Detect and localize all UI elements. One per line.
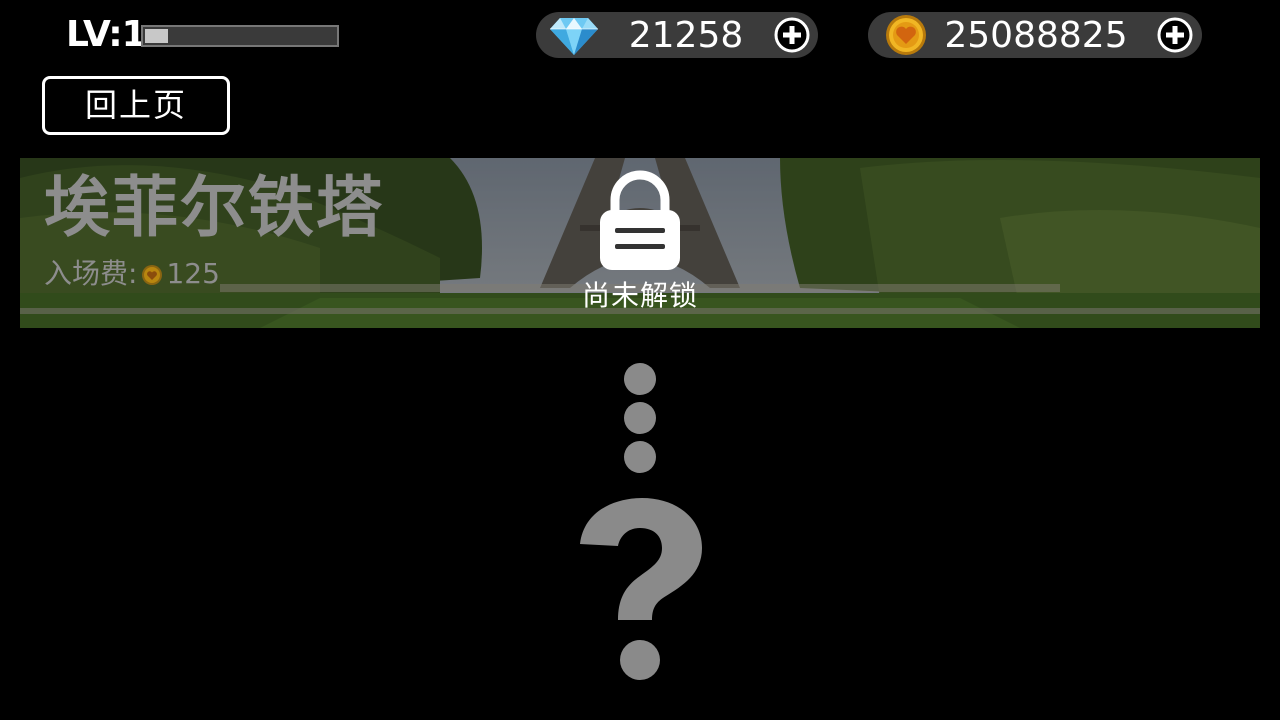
entry-fee: 入场费: 125 xyxy=(44,254,220,294)
vertical-ellipsis-icon xyxy=(624,363,656,473)
xp-progress-fill xyxy=(145,29,169,43)
gem-counter: 21258 xyxy=(536,12,818,58)
heart-coin-icon xyxy=(886,15,926,55)
gem-count: 21258 xyxy=(628,15,744,56)
coin-counter: 25088825 xyxy=(868,12,1202,58)
entry-fee-value: 125 xyxy=(166,257,220,290)
ellipsis-dot xyxy=(624,363,656,395)
stage-name: 埃菲尔铁塔 xyxy=(44,169,384,246)
back-button[interactable]: 回上页 xyxy=(42,76,230,135)
xp-progress-bar xyxy=(141,25,339,47)
padlock-icon xyxy=(600,170,680,270)
add-coins-button[interactable] xyxy=(1157,17,1193,53)
heart-coin-icon xyxy=(142,265,163,285)
ellipsis-dot xyxy=(624,441,656,473)
diamond-icon xyxy=(550,18,598,55)
add-gems-button[interactable] xyxy=(774,17,810,53)
level-label: LV:1 xyxy=(66,14,147,55)
locked-status: 尚未解锁 xyxy=(581,279,698,312)
coin-count: 25088825 xyxy=(944,15,1128,56)
ellipsis-dot xyxy=(624,402,656,434)
stage-banner-eiffel-tower[interactable]: 埃菲尔铁塔 入场费: 125 尚未解锁 xyxy=(20,158,1260,328)
question-mark-icon xyxy=(580,498,702,680)
entry-fee-label: 入场费: xyxy=(44,257,138,290)
stage-select-screen: LV:1 21258 25088825 回上页 埃菲尔铁塔 入场费: 125 尚… xyxy=(0,0,1280,720)
